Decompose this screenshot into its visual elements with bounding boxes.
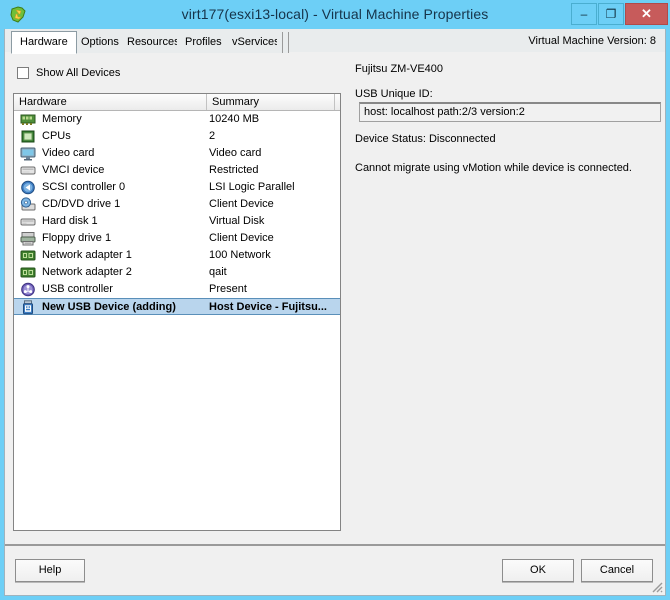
hardware-name-cell: New USB Device (adding) <box>42 301 176 313</box>
device-detail-pane: Fujitsu ZM-VE400 USB Unique ID: host: lo… <box>350 52 667 544</box>
tab-bar: Hardware Options Resources Profiles vSer… <box>4 29 666 54</box>
video-card-icon <box>20 146 36 161</box>
hard-disk-icon <box>20 214 36 229</box>
ok-button[interactable]: OK <box>502 559 574 582</box>
device-title: Fujitsu ZM-VE400 <box>355 63 444 75</box>
help-button[interactable]: Help <box>15 559 85 582</box>
table-row[interactable]: New USB Device (adding) Host Device - Fuj… <box>14 298 340 315</box>
hardware-name-cell: Floppy drive 1 <box>42 232 112 244</box>
dialog-footer: Help OK Cancel <box>4 544 666 596</box>
usb-controller-icon <box>20 282 36 297</box>
hardware-name-cell: CPUs <box>42 130 71 142</box>
scsi-controller-icon <box>20 180 36 195</box>
hardware-summary-cell: Video card <box>209 147 262 159</box>
column-header-summary[interactable]: Summary <box>207 94 335 110</box>
hardware-name-cell: CD/DVD drive 1 <box>42 198 121 210</box>
cancel-button[interactable]: Cancel <box>581 559 653 582</box>
hardware-name-cell: Network adapter 1 <box>42 249 132 261</box>
table-row[interactable]: USB controller Present <box>14 281 340 298</box>
minimize-icon: – <box>580 7 588 21</box>
maximize-icon: ❐ <box>605 7 617 21</box>
hardware-name-cell: VMCI device <box>42 164 105 176</box>
vm-version-label: Virtual Machine Version: 8 <box>528 35 656 47</box>
minimize-button[interactable]: – <box>571 3 597 25</box>
hardware-name-cell: Video card <box>42 147 95 159</box>
usb-unique-id-label: USB Unique ID: <box>355 88 433 100</box>
show-all-devices-label: Show All Devices <box>36 67 121 79</box>
hardware-list-rows: Memory 10240 MB CPUs 2 Video card Video card V… <box>14 111 340 315</box>
hardware-summary-cell: Present <box>209 283 247 295</box>
table-row[interactable]: SCSI controller 0 LSI Logic Parallel <box>14 179 340 196</box>
table-row[interactable]: Floppy drive 1 Client Device <box>14 230 340 247</box>
hardware-name-cell: Hard disk 1 <box>42 215 98 227</box>
hardware-summary-cell: Client Device <box>209 198 274 210</box>
tab-strip-end <box>277 32 283 53</box>
close-icon: ✕ <box>641 6 652 21</box>
tab-profiles[interactable]: Profiles <box>177 32 231 53</box>
table-row[interactable]: VMCI device Restricted <box>14 162 340 179</box>
vmotion-warning-text: Cannot migrate using vMotion while devic… <box>355 162 632 174</box>
floppy-drive-icon <box>20 231 36 246</box>
hardware-summary-cell: qait <box>209 266 227 278</box>
usb-unique-id-input[interactable]: host: localhost path:2/3 version:2 <box>359 102 661 122</box>
hardware-summary-cell: Host Device - Fujitsu... <box>209 301 327 313</box>
vmware-logo-icon <box>9 5 28 24</box>
table-row[interactable]: Memory 10240 MB <box>14 111 340 128</box>
memory-icon <box>20 112 36 127</box>
table-row[interactable]: Network adapter 2 qait <box>14 264 340 281</box>
hardware-name-cell: Memory <box>42 113 82 125</box>
title-bar[interactable]: virt177(esxi13-local) - Virtual Machine … <box>0 0 670 29</box>
close-button[interactable]: ✕ <box>625 3 668 25</box>
maximize-button[interactable]: ❐ <box>598 3 624 25</box>
table-row[interactable]: Network adapter 1 100 Network <box>14 247 340 264</box>
vm-properties-window: virt177(esxi13-local) - Virtual Machine … <box>0 0 670 600</box>
cddvd-drive-icon <box>20 197 36 212</box>
cpu-icon <box>20 129 36 144</box>
table-row[interactable]: Hard disk 1 Virtual Disk <box>14 213 340 230</box>
device-status-label: Device Status: Disconnected <box>355 133 496 145</box>
hardware-summary-cell: 10240 MB <box>209 113 260 125</box>
hardware-name-cell: SCSI controller 0 <box>42 181 126 193</box>
column-header-filler <box>335 94 342 110</box>
hardware-summary-cell: 2 <box>209 130 216 142</box>
hardware-name-cell: Network adapter 2 <box>42 266 132 278</box>
table-row[interactable]: CPUs 2 <box>14 128 340 145</box>
footer-separator <box>5 544 665 546</box>
usb-device-icon <box>20 300 36 315</box>
vmci-device-icon <box>20 163 36 178</box>
show-all-devices-checkbox[interactable]: Show All Devices <box>17 65 120 81</box>
hardware-summary-cell: LSI Logic Parallel <box>209 181 295 193</box>
table-row[interactable]: Video card Video card <box>14 145 340 162</box>
hardware-list[interactable]: Hardware Summary Memory 10240 MB CPUs 2 Vide… <box>13 93 341 531</box>
hardware-name-cell: USB controller <box>42 283 113 295</box>
dialog-body: Show All Devices Add... Remove Hardware … <box>4 52 666 544</box>
hardware-summary-cell: Client Device <box>209 232 274 244</box>
hardware-summary-cell: Restricted <box>209 164 259 176</box>
resize-grip-icon[interactable] <box>650 580 663 593</box>
table-row[interactable]: CD/DVD drive 1 Client Device <box>14 196 340 213</box>
window-title: virt177(esxi13-local) - Virtual Machine … <box>181 6 489 22</box>
column-header-hardware[interactable]: Hardware <box>14 94 207 110</box>
network-adapter-icon <box>20 265 36 280</box>
tab-hardware[interactable]: Hardware <box>11 31 77 54</box>
hardware-summary-cell: Virtual Disk <box>209 215 265 227</box>
checkbox-box-icon <box>17 67 29 79</box>
hardware-list-header: Hardware Summary <box>14 94 340 111</box>
hardware-summary-cell: 100 Network <box>209 249 271 261</box>
network-adapter-icon <box>20 248 36 263</box>
